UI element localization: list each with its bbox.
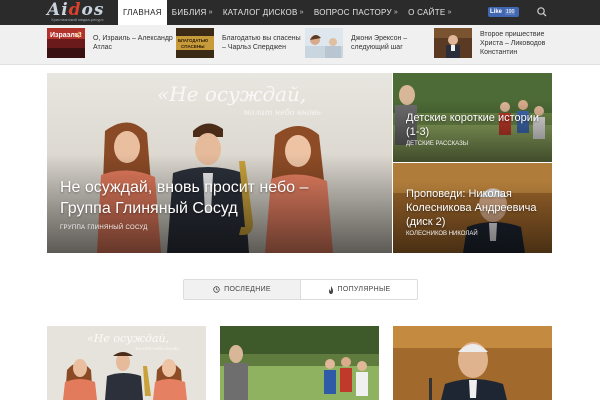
svg-text:СПАСЕНЫ: СПАСЕНЫ [181, 44, 205, 49]
chevron-right-icon: » [299, 9, 304, 16]
hero-side-category[interactable]: ДЕТСКИЕ РАССКАЗЫ [406, 141, 468, 147]
flame-icon [328, 285, 333, 294]
hero-side-category[interactable]: КОЛЕСНИКОВ НИКОЛАЙ [406, 231, 478, 237]
chevron-right-icon: » [208, 9, 213, 16]
facebook-like-label: Like [490, 9, 503, 15]
facebook-like-button[interactable]: Like 190 [488, 7, 519, 17]
ticker-item[interactable]: БЛАГОДАТЬЮ СПАСЕНЫ Благодатью вы спасены … [176, 28, 304, 58]
hero-main-title[interactable]: Не осуждай, вновь просит небо – Группа Г… [60, 177, 360, 219]
tab-popular-label: ПОПУЛЯРНЫЕ [337, 286, 391, 293]
post-card-image [220, 326, 379, 400]
nav-item-catalog[interactable]: КАТАЛОГ ДИСКОВ» [218, 0, 309, 25]
hero-side-post[interactable]: Проповеди: Николая Колесникова Андреевич… [393, 163, 552, 253]
post-card[interactable] [220, 326, 379, 400]
ticker-title: Благодатью вы спасены – Чарльз Сперджен [222, 35, 301, 51]
nav-item-ask-pastor[interactable]: ВОПРОС ПАСТОРУ» [309, 0, 403, 25]
svg-text:«Не осуждай,: «Не осуждай, [87, 332, 169, 345]
search-icon[interactable] [536, 6, 548, 18]
chevron-right-icon: » [447, 9, 452, 16]
svg-text:«Не осуждай,: «Не осуждай, [157, 82, 306, 106]
nav-item-about[interactable]: О САЙТЕ» [403, 0, 457, 25]
post-card[interactable]: «Не осуждай, молит небо вновь [47, 326, 206, 400]
ticker-item[interactable]: Джони Эрексон – следующий шаг [305, 28, 433, 58]
post-card-image [393, 326, 552, 400]
chevron-right-icon: » [393, 9, 399, 16]
site-logo[interactable]: Aidos Христианский медиа-ресурс [47, 0, 107, 23]
ticker-thumbnail [305, 28, 343, 58]
post-card[interactable] [393, 326, 552, 400]
nav-item-home[interactable]: ГЛАВНАЯ [118, 0, 167, 25]
ticker-item[interactable]: Израэль! ✡ О, Израиль – Александр Атлас [47, 28, 175, 58]
ticker-title: Второе пришествие Христа – Лиководов Кон… [480, 30, 546, 56]
hero-main-post[interactable]: «Не осуждай, молит небо вновь Не осуждай… [47, 73, 392, 253]
top-nav-bar: Aidos Христианский медиа-ресурс ГЛАВНАЯ … [0, 0, 600, 25]
tab-latest-label: ПОСЛЕДНИЕ [224, 286, 271, 293]
posts-tabs: ПОСЛЕДНИЕ ПОПУЛЯРНЫЕ [183, 279, 418, 300]
svg-text:молит небо вновь: молит небо вновь [243, 108, 321, 117]
ticker-title: Джони Эрексон – следующий шаг [351, 35, 408, 51]
hero-side-post[interactable]: Детские короткие истории (1-3) ДЕТСКИЕ Р… [393, 73, 552, 162]
featured-ticker: Израэль! ✡ О, Израиль – Александр Атлас Б… [0, 25, 600, 65]
hero-side-title[interactable]: Проповеди: Николая Колесникова Андреевич… [406, 187, 546, 229]
tab-popular[interactable]: ПОПУЛЯРНЫЕ [301, 280, 417, 299]
ticker-thumbnail [434, 28, 472, 58]
svg-text:БЛАГОДАТЬЮ: БЛАГОДАТЬЮ [178, 38, 209, 43]
tab-latest[interactable]: ПОСЛЕДНИЕ [184, 280, 301, 299]
nav-item-bible[interactable]: БИБЛИЯ» [167, 0, 218, 25]
hero-main-category[interactable]: ГРУППА ГЛИНЯНЫЙ СОСУД [60, 225, 148, 231]
facebook-like-count: 190 [505, 9, 516, 15]
hero-side-title[interactable]: Детские короткие истории (1-3) [406, 111, 546, 139]
ticker-thumbnail: БЛАГОДАТЬЮ СПАСЕНЫ [176, 28, 214, 58]
svg-text:молит небо вновь: молит небо вновь [135, 345, 179, 352]
main-nav: ГЛАВНАЯ БИБЛИЯ» КАТАЛОГ ДИСКОВ» ВОПРОС П… [118, 0, 457, 25]
svg-text:✡: ✡ [75, 30, 83, 40]
ticker-title: О, Израиль – Александр Атлас [93, 35, 173, 51]
clock-icon [213, 286, 220, 293]
ticker-item[interactable]: Второе пришествие Христа – Лиководов Кон… [434, 28, 562, 58]
logo-subtitle: Христианский медиа-ресурс [51, 17, 104, 22]
ticker-thumbnail: Израэль! ✡ [47, 28, 85, 58]
post-card-image: «Не осуждай, молит небо вновь [47, 326, 206, 400]
